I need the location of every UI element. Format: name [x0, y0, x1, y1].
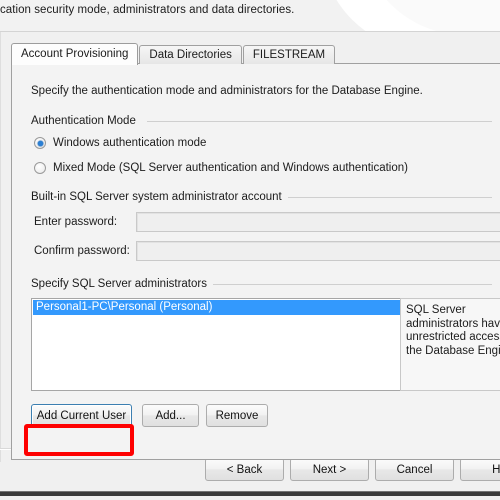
remove-button-label: Remove [215, 410, 259, 422]
tab-page-account-provisioning: Specify the authentication mode and admi… [11, 63, 500, 460]
enter-password-label: Enter password: [34, 216, 118, 228]
tab-data-directories[interactable]: Data Directories [139, 45, 242, 64]
next-button-label: Next > [312, 464, 347, 476]
authentication-mode-group-label: Authentication Mode [31, 115, 142, 127]
radio-mixed-mode[interactable]: Mixed Mode (SQL Server authentication an… [34, 162, 408, 174]
tab-filestream-label: FILESTREAM [252, 49, 326, 61]
builtin-account-group-line [282, 197, 492, 198]
enter-password-input[interactable] [136, 212, 500, 232]
back-button[interactable]: < Back [205, 458, 284, 481]
builtin-account-group-label: Built-in SQL Server system administrator… [31, 191, 288, 203]
dialog-left-edge [0, 32, 1, 462]
dialog-content-area: Account Provisioning Data Directories FI… [0, 32, 500, 500]
tab-account-provisioning[interactable]: Account Provisioning [11, 43, 139, 65]
help-button-label: He [492, 464, 500, 476]
help-button[interactable]: He [460, 458, 500, 481]
administrators-listbox[interactable]: Personal1-PC\Personal (Personal) [31, 298, 403, 391]
tab-data-directories-label: Data Directories [149, 49, 232, 61]
sql-server-setup-window: cation security mode, administrators and… [0, 0, 500, 500]
window-bottom-edge [0, 492, 500, 496]
tab-account-provisioning-label: Account Provisioning [21, 48, 129, 60]
back-button-label: < Back [226, 464, 263, 476]
confirm-password-input[interactable] [136, 241, 500, 261]
add-current-user-button[interactable]: Add Current User [31, 404, 132, 427]
confirm-password-label: Confirm password: [34, 245, 130, 257]
administrators-help-text: SQL Server administrators have unrestric… [406, 304, 500, 357]
administrators-help-panel: SQL Server administrators have unrestric… [400, 298, 500, 391]
remove-button[interactable]: Remove [206, 404, 268, 427]
wizard-header: cation security mode, administrators and… [0, 0, 500, 31]
add-button-label: Add... [155, 410, 186, 422]
administrators-group-line [187, 284, 492, 285]
tab-strip: Account Provisioning Data Directories FI… [11, 42, 336, 65]
next-button[interactable]: Next > [290, 458, 369, 481]
administrators-group-label: Specify SQL Server administrators [31, 278, 213, 290]
list-item[interactable]: Personal1-PC\Personal (Personal) [33, 300, 401, 315]
radio-mixed-mode-indicator [34, 162, 46, 174]
radio-mixed-mode-label: Mixed Mode (SQL Server authentication an… [53, 162, 408, 174]
header-description-text: cation security mode, administrators and… [0, 4, 295, 16]
page-instruction: Specify the authentication mode and admi… [31, 85, 423, 97]
tab-filestream[interactable]: FILESTREAM [242, 45, 336, 64]
cancel-button[interactable]: Cancel [375, 458, 454, 481]
cancel-button-label: Cancel [396, 464, 433, 476]
radio-windows-auth-indicator [34, 137, 46, 149]
add-current-user-button-label: Add Current User [36, 410, 127, 422]
radio-windows-auth-label: Windows authentication mode [53, 137, 207, 149]
authentication-mode-group-line [147, 121, 492, 122]
radio-windows-authentication-mode[interactable]: Windows authentication mode [34, 137, 206, 149]
tab-control: Account Provisioning Data Directories FI… [11, 42, 500, 462]
add-button[interactable]: Add... [142, 404, 199, 427]
